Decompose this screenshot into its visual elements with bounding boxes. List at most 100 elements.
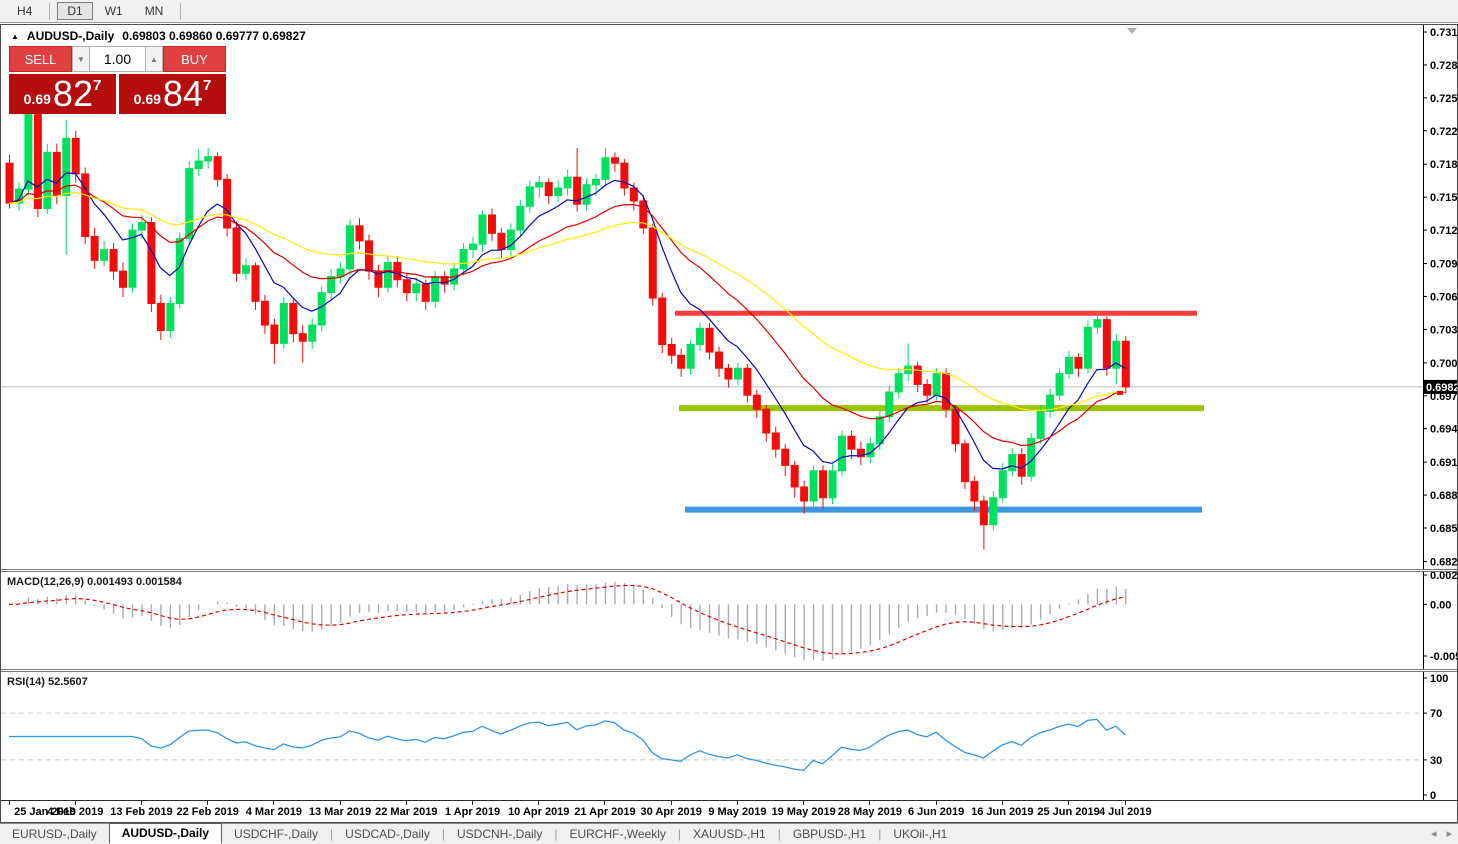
timeframe-button-h4[interactable]: H4 <box>7 2 42 20</box>
volume-input[interactable] <box>90 46 145 72</box>
price-axis-label: 0.68520 <box>1430 523 1457 535</box>
timeframe-button-mn[interactable]: MN <box>135 2 174 20</box>
date-axis-tick <box>472 801 473 805</box>
candle-body <box>980 501 987 525</box>
candle-body <box>829 471 836 498</box>
candle-body <box>101 250 108 261</box>
buy-price-prefix: 0.69 <box>134 91 161 107</box>
rsi-axis-label: 70 <box>1430 708 1442 720</box>
candle-body <box>224 179 231 228</box>
candle-body <box>999 471 1006 498</box>
tab-gbpusd-h1[interactable]: GBPUSD-,H1 <box>781 825 878 844</box>
candle-body <box>25 115 32 189</box>
candle-body <box>432 276 439 301</box>
tab-usdcad-daily[interactable]: USDCAD-,Daily <box>333 825 442 844</box>
price-axis-label: 0.70970 <box>1430 259 1457 271</box>
candle-body <box>488 215 495 233</box>
candle-body <box>678 355 685 368</box>
timeframe-button-w1[interactable]: W1 <box>95 2 133 20</box>
candle-body <box>611 158 618 163</box>
candle-body <box>593 179 600 184</box>
tab-eurusd-daily[interactable]: EURUSD-,Daily <box>0 825 109 844</box>
price-axis-label: 0.71890 <box>1430 159 1457 171</box>
volume-decrease-button[interactable]: ▼ <box>72 46 90 72</box>
candle-body <box>1084 327 1091 368</box>
candle-body <box>318 293 325 325</box>
candle-body <box>886 392 893 417</box>
candle-body <box>233 228 240 273</box>
price-axis-label: 0.72810 <box>1430 60 1457 72</box>
candle-body <box>744 368 751 395</box>
timeframe-button-d1[interactable]: D1 <box>57 2 92 20</box>
tab-audusd-daily[interactable]: AUDUSD-,Daily <box>109 823 222 844</box>
candle-body <box>621 163 628 188</box>
chart-window: ▲ AUDUSD-,Daily 0.69803 0.69860 0.69777 … <box>0 24 1458 823</box>
candle-body <box>271 325 278 343</box>
date-axis-tick <box>538 801 539 805</box>
buy-button[interactable]: BUY <box>163 46 226 72</box>
candle-body <box>687 344 694 368</box>
candle-body <box>356 226 363 241</box>
collapse-triangle-icon[interactable]: ▲ <box>11 32 19 41</box>
date-axis-tick <box>803 801 804 805</box>
candle-body <box>72 138 79 174</box>
tab-eurchf-weekly[interactable]: EURCHF-,Weekly <box>557 825 677 844</box>
tab-ukoil-h1[interactable]: UKOil-,H1 <box>881 825 959 844</box>
one-click-trading-widget: SELL ▼ ▲ BUY 0.69 82 7 0.69 84 7 <box>9 46 226 114</box>
date-axis-tick <box>9 801 10 805</box>
candle-body <box>384 262 391 287</box>
tab-usdcnh-daily[interactable]: USDCNH-,Daily <box>445 825 554 844</box>
buy-price-pip: 7 <box>203 77 211 94</box>
tab-scroll-left-icon[interactable]: ◂ <box>1431 827 1437 840</box>
macd-axis-label: -0.00525 <box>1430 651 1457 663</box>
candle-body <box>422 284 429 301</box>
candle-body <box>725 368 732 379</box>
candle-body <box>1066 357 1073 373</box>
tab-scroll-right-icon[interactable]: ▸ <box>1446 827 1452 840</box>
chart-ohlc-values: 0.69803 0.69860 0.69777 0.69827 <box>122 29 306 43</box>
candle-body <box>1037 411 1044 438</box>
candle-body <box>914 366 921 384</box>
price-axis-label: 0.69440 <box>1430 424 1457 436</box>
rsi-pane[interactable]: 10070300RSI(14) 52.5607 <box>1 672 1457 800</box>
candle-body <box>668 344 675 355</box>
candle-body <box>138 223 145 231</box>
date-axis-tick <box>1068 801 1069 805</box>
date-axis-tick <box>604 801 605 805</box>
candle-body <box>1075 357 1082 368</box>
tab-scroll-arrows: ◂ ▸ <box>1431 827 1452 840</box>
date-axis-tick <box>75 801 76 805</box>
candle-body <box>1103 320 1110 369</box>
toolbar-separator <box>49 3 50 20</box>
date-axis-label: 4 Jul 2019 <box>1083 806 1167 818</box>
price-axis-label: 0.70665 <box>1430 291 1457 303</box>
candle-body <box>205 157 212 161</box>
macd-axis-label: 0.00 <box>1430 599 1451 611</box>
candle-body <box>120 271 127 287</box>
candle-body <box>1122 341 1129 387</box>
date-axis: 25 Jan 20194 Feb 201913 Feb 201922 Feb 2… <box>1 800 1457 822</box>
candle-body <box>990 498 997 525</box>
candle-body <box>895 374 902 392</box>
candle-body <box>876 417 883 444</box>
candle-body <box>6 163 13 203</box>
price-axis-label: 0.70360 <box>1430 324 1457 336</box>
tab-xauusd-h1[interactable]: XAUUSD-,H1 <box>681 825 778 844</box>
macd-pane[interactable]: 0.0029840.00-0.00525MACD(12,26,9) 0.0014… <box>1 572 1457 669</box>
sell-button[interactable]: SELL <box>9 46 72 72</box>
candle-body <box>526 187 533 206</box>
candle-body <box>186 169 193 239</box>
sell-price-panel[interactable]: 0.69 82 7 <box>9 74 116 114</box>
candle-body <box>517 206 524 230</box>
price-axis-label: 0.71585 <box>1430 192 1457 204</box>
chart-tab-bar: EURUSD-,DailyAUDUSD-,DailyUSDCHF-,Daily|… <box>0 823 1458 844</box>
buy-price-panel[interactable]: 0.69 84 7 <box>119 74 226 114</box>
candle-body <box>583 185 590 204</box>
sell-price-big: 82 <box>53 76 93 112</box>
tab-usdchf-daily[interactable]: USDCHF-,Daily <box>222 825 330 844</box>
date-axis-tick <box>869 801 870 805</box>
candle-body <box>176 239 183 304</box>
candle-body <box>961 444 968 482</box>
price-axis-label: 0.72505 <box>1430 93 1457 105</box>
volume-increase-button[interactable]: ▲ <box>145 46 163 72</box>
